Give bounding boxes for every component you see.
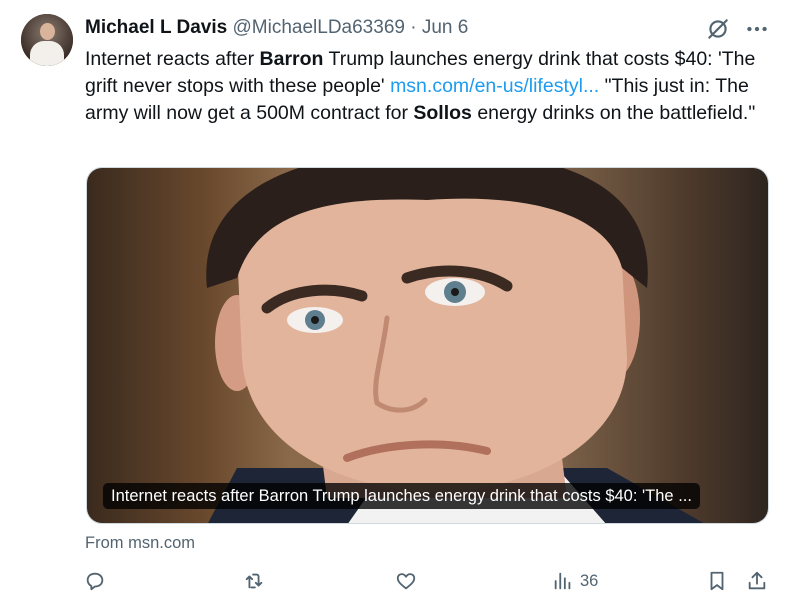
views-icon bbox=[554, 572, 571, 590]
reply-button[interactable] bbox=[84, 567, 106, 595]
grok-icon[interactable] bbox=[705, 16, 731, 42]
views-button[interactable]: 36 bbox=[552, 567, 598, 595]
tweet-text: Internet reacts after Barron Trump launc… bbox=[85, 46, 775, 127]
views-count: 36 bbox=[580, 571, 599, 590]
heart-icon bbox=[396, 573, 416, 590]
card-source[interactable]: From msn.com bbox=[85, 532, 195, 554]
reply-icon bbox=[86, 572, 104, 591]
tweet-date[interactable]: Jun 6 bbox=[422, 17, 468, 38]
share-icon bbox=[748, 571, 766, 590]
tweet-bold-sollos: Sollos bbox=[413, 102, 472, 124]
author-name[interactable]: Michael L Davis bbox=[85, 17, 227, 38]
bookmark-button[interactable] bbox=[706, 567, 728, 595]
like-button[interactable] bbox=[395, 567, 417, 595]
retweet-button[interactable] bbox=[243, 567, 265, 595]
avatar[interactable] bbox=[21, 14, 73, 66]
tweet-text-part: Internet reacts after bbox=[85, 48, 260, 70]
link-card-image[interactable]: Internet reacts after Barron Trump launc… bbox=[86, 167, 769, 524]
tweet-text-part: energy drinks on the battlefield." bbox=[471, 102, 756, 124]
author-handle[interactable]: @MichaelLDa63369 bbox=[233, 17, 405, 38]
link-card-caption: Internet reacts after Barron Trump launc… bbox=[103, 483, 700, 509]
header-separator: · bbox=[410, 17, 417, 38]
tweet-bold-barron: Barron bbox=[259, 48, 324, 70]
bookmark-icon bbox=[710, 571, 724, 591]
share-button[interactable] bbox=[746, 567, 768, 595]
tweet[interactable]: Michael L Davis @MichaelLDa63369 · Jun 6… bbox=[0, 0, 800, 615]
tweet-header: Michael L Davis @MichaelLDa63369 · Jun 6 bbox=[85, 15, 468, 41]
photo-portrait bbox=[206, 168, 704, 523]
avatar-head bbox=[40, 23, 55, 40]
more-icon[interactable] bbox=[744, 16, 770, 42]
retweet-icon bbox=[245, 573, 263, 589]
article-link[interactable]: msn.com/en-us/lifestyl... bbox=[390, 75, 599, 97]
avatar-body bbox=[30, 41, 64, 66]
